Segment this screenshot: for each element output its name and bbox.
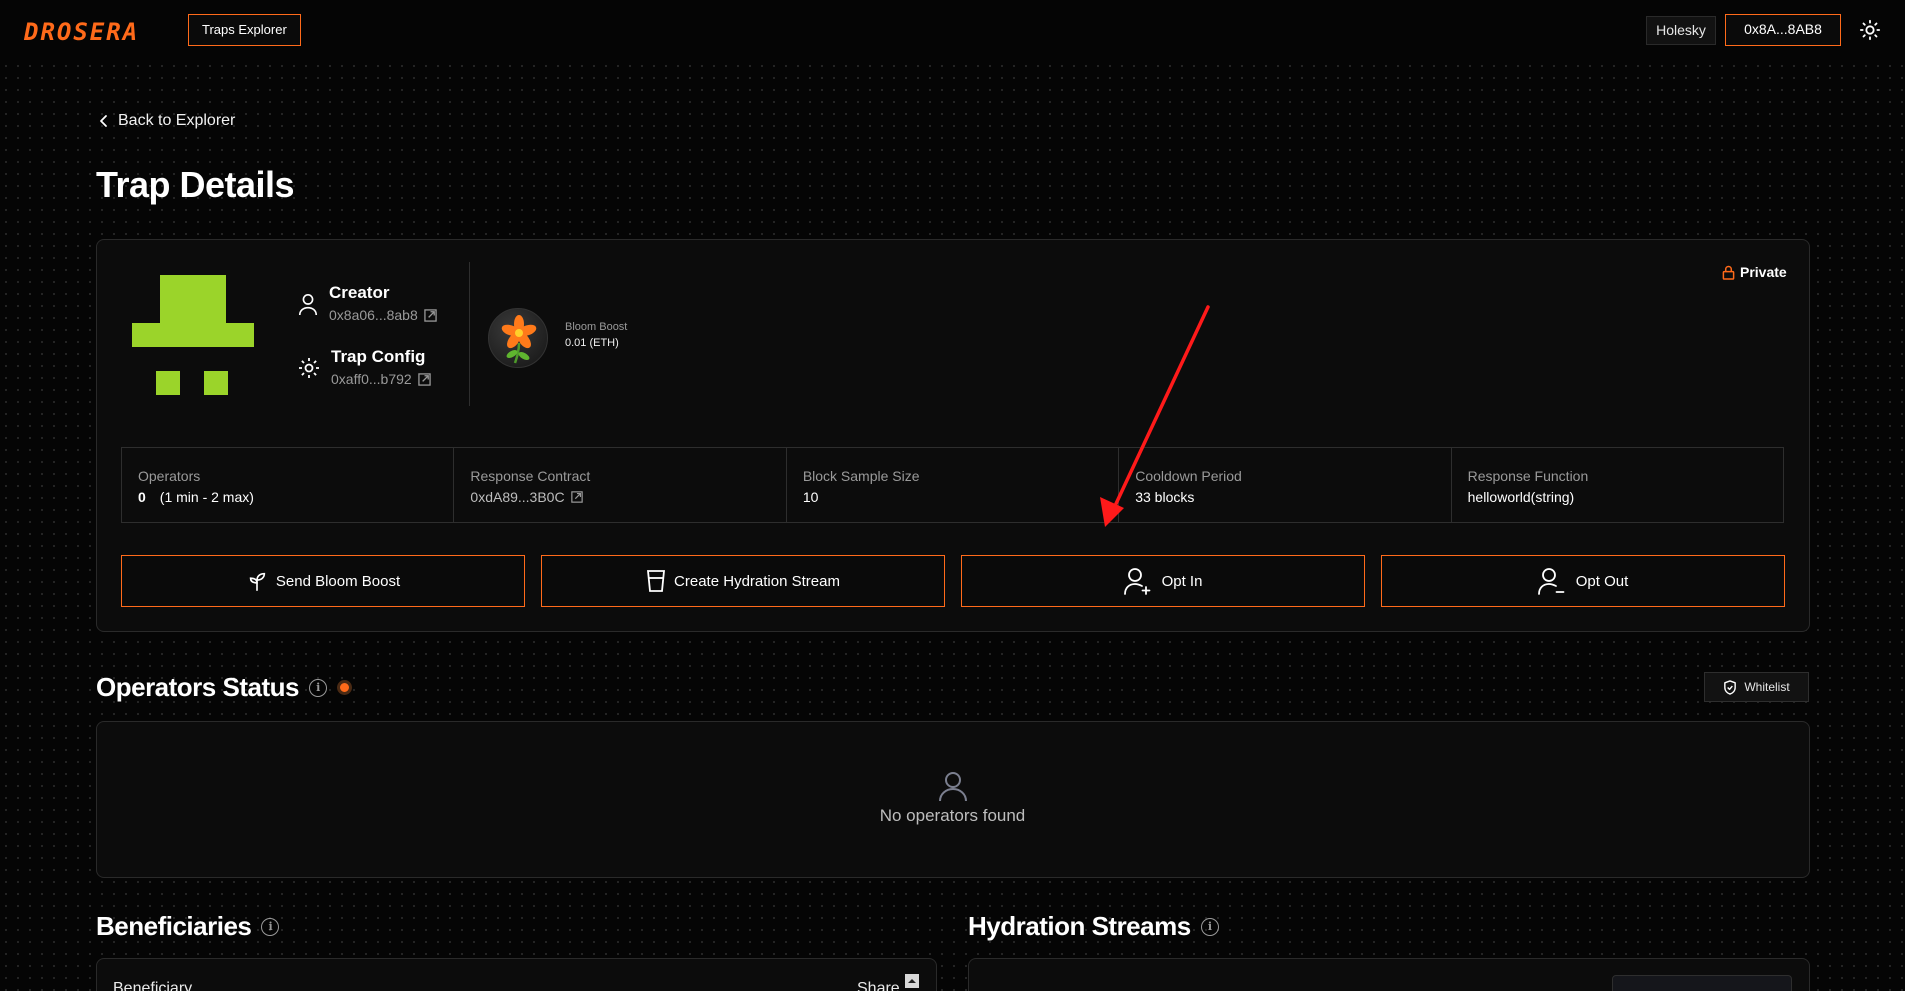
total-box <box>1612 975 1792 991</box>
info-label: Operators <box>138 468 201 484</box>
vertical-divider <box>469 262 470 406</box>
beneficiaries-heading: Beneficiaries i <box>96 911 280 942</box>
traps-explorer-tab[interactable]: Traps Explorer <box>188 14 301 46</box>
info-label: Block Sample Size <box>802 468 920 484</box>
visibility-label: Private <box>1740 264 1787 280</box>
trap-config-label: Trap Config <box>331 347 426 366</box>
bloom-flower-icon <box>488 308 548 368</box>
trap-info-row: Operators 0 (1 min - 2 max) Response Con… <box>121 447 1784 523</box>
info-icon[interactable]: i <box>261 917 280 936</box>
trap-config-address-link[interactable]: 0xaff0...b792 <box>331 371 431 387</box>
info-cooldown-period: Cooldown Period 33 blocks <box>1119 448 1452 522</box>
info-value: helloworld(string) <box>1467 489 1575 505</box>
trap-config-info: Trap Config 0xaff0...b792 <box>297 347 431 387</box>
info-response-function: Response Function helloworld(string) <box>1452 448 1783 522</box>
whitelist-button[interactable]: Whitelist <box>1704 672 1809 702</box>
info-label: Response Function <box>1467 468 1589 484</box>
creator-label: Creator <box>329 283 390 302</box>
info-icon[interactable]: i <box>308 678 327 697</box>
create-hydration-stream-button[interactable]: Create Hydration Stream <box>541 555 945 607</box>
operators-range: (1 min - 2 max) <box>159 489 254 505</box>
creator-info: Creator 0x8a06...8ab8 <box>297 283 437 323</box>
opt-in-label: Opt In <box>1161 572 1203 590</box>
info-value: 33 blocks <box>1135 489 1195 505</box>
sun-icon <box>1859 19 1881 41</box>
status-indicator-dot <box>336 680 352 695</box>
send-bloom-boost-button[interactable]: Send Bloom Boost <box>121 555 525 607</box>
opt-out-button[interactable]: Opt Out <box>1381 555 1785 607</box>
opt-in-button[interactable]: Opt In <box>961 555 1365 607</box>
share-column-header[interactable]: Share <box>857 980 900 991</box>
external-link-icon <box>424 308 437 322</box>
opt-out-label: Opt Out <box>1575 572 1629 590</box>
bloom-boost-label: Bloom Boost <box>565 321 628 333</box>
info-operators: Operators 0 (1 min - 2 max) <box>122 448 455 522</box>
caret-up-icon <box>908 979 916 983</box>
info-label: Response Contract <box>470 468 591 484</box>
lock-icon <box>1722 265 1735 280</box>
no-operators-message: No operators found <box>879 806 1026 825</box>
cup-icon <box>647 570 666 592</box>
beneficiary-column-header: Beneficiary <box>113 980 193 991</box>
shield-check-icon <box>1724 679 1737 695</box>
creator-address: 0x8a06...8ab8 <box>329 307 418 323</box>
creator-address-link[interactable]: 0x8a06...8ab8 <box>329 307 437 323</box>
hydration-streams-heading: Hydration Streams i <box>968 911 1219 942</box>
operators-status-title: Operators Status <box>96 672 299 702</box>
user-plus-icon <box>1123 568 1150 595</box>
info-response-contract: Response Contract 0xdA89...3B0C <box>454 448 787 522</box>
user-icon <box>298 294 318 316</box>
bloom-boost-value: 0.01 (ETH) <box>565 337 619 349</box>
user-icon <box>939 772 967 802</box>
info-value: 10 <box>802 489 819 505</box>
info-value: 0 (1 min - 2 max) <box>138 489 437 505</box>
network-badge[interactable]: Holesky <box>1646 16 1716 45</box>
gear-icon <box>299 358 319 378</box>
top-bar: DROSERA Traps Explorer Holesky 0x8A...8A… <box>0 0 1905 62</box>
send-bloom-boost-label: Send Bloom Boost <box>275 572 401 590</box>
operators-status-heading: Operators Status i <box>96 672 352 703</box>
scroll-up-button[interactable] <box>905 974 919 988</box>
create-hydration-stream-label: Create Hydration Stream <box>674 572 840 590</box>
beneficiaries-table <box>96 958 937 991</box>
whitelist-label: Whitelist <box>1744 680 1790 694</box>
theme-toggle-button[interactable] <box>1856 16 1884 44</box>
response-contract-link[interactable]: 0xdA89...3B0C <box>470 489 769 505</box>
back-to-explorer-link[interactable]: Back to Explorer <box>98 112 235 130</box>
operators-count: 0 <box>138 489 146 505</box>
user-minus-icon <box>1537 568 1565 595</box>
visibility-badge: Private <box>1722 264 1787 280</box>
chevron-left-icon <box>100 115 107 127</box>
page-title: Trap Details <box>96 164 295 205</box>
wallet-button[interactable]: 0x8A...8AB8 <box>1725 14 1841 46</box>
beneficiaries-title: Beneficiaries <box>96 911 252 941</box>
trap-avatar <box>132 275 254 395</box>
hydration-streams-title: Hydration Streams <box>968 911 1191 941</box>
drosera-logo[interactable]: DROSERA <box>24 18 139 46</box>
external-link-icon <box>570 491 583 503</box>
back-link-label: Back to Explorer <box>118 112 236 129</box>
external-link-icon <box>417 372 431 386</box>
info-icon[interactable]: i <box>1200 917 1219 936</box>
info-label: Cooldown Period <box>1135 468 1242 484</box>
trap-config-address: 0xaff0...b792 <box>331 371 412 387</box>
response-contract-address: 0xdA89...3B0C <box>470 489 565 505</box>
sprout-icon <box>249 572 266 591</box>
info-block-sample-size: Block Sample Size 10 <box>787 448 1120 522</box>
